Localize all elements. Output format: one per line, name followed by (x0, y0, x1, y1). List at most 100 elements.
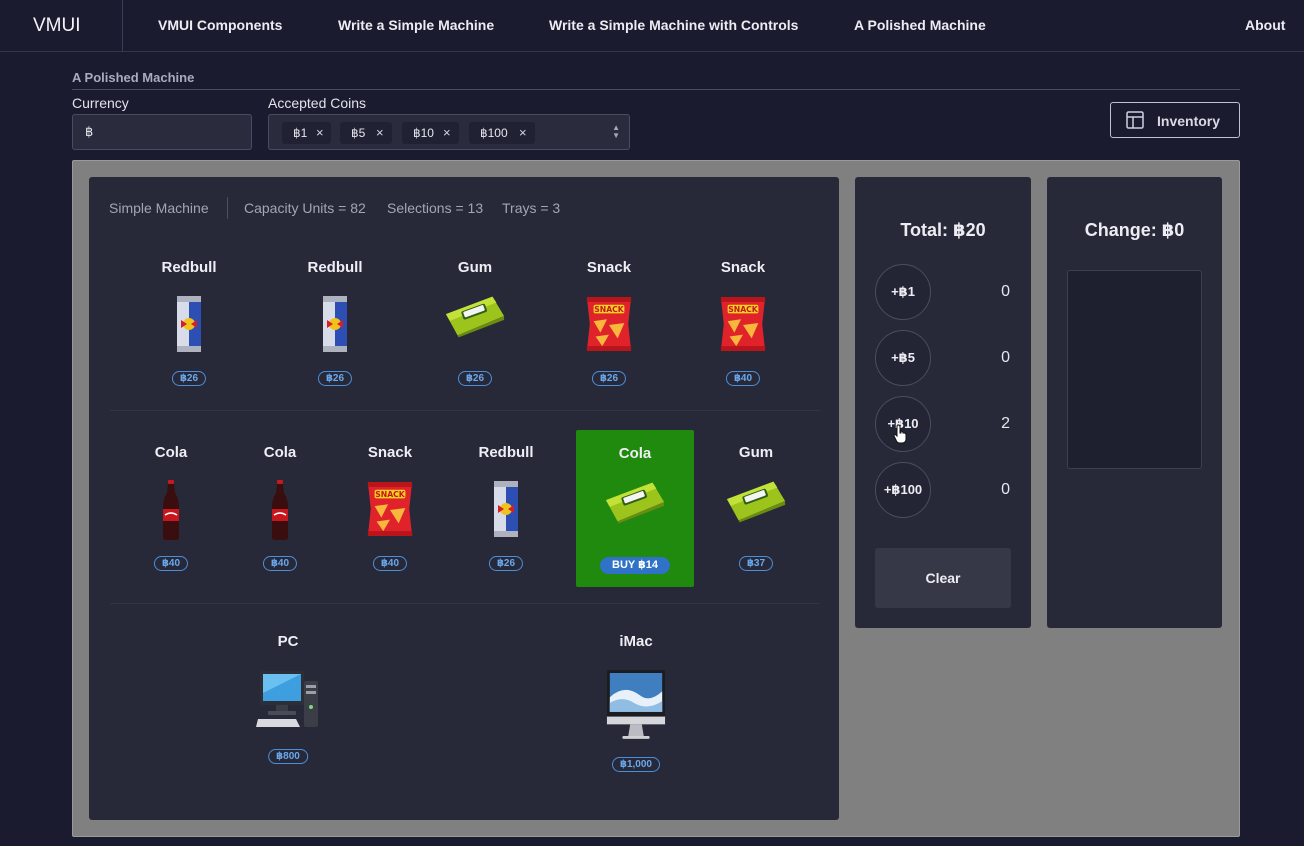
price-badge: ฿40 (153, 556, 189, 571)
product-slot[interactable]: Redbull ฿26 (149, 259, 229, 389)
desktop-pc-icon (256, 667, 320, 731)
remove-chip-icon[interactable]: × (376, 125, 384, 140)
remove-chip-icon[interactable]: × (443, 125, 451, 140)
price-badge: ฿40 (262, 556, 298, 571)
product-slot[interactable]: Gum ฿37 (716, 444, 796, 574)
redbull-can-icon (320, 294, 350, 354)
add-coin-100-button[interactable]: +฿100 (875, 462, 931, 518)
product-name: iMac (619, 633, 653, 650)
cola-bottle-icon (270, 479, 290, 541)
tray-divider (110, 410, 820, 411)
price-badge: ฿26 (457, 371, 493, 386)
machine-name: Simple Machine (109, 200, 209, 216)
gum-pack-icon (604, 480, 666, 524)
currency-input[interactable] (72, 114, 252, 150)
nav-link-simple-machine-controls[interactable]: Write a Simple Machine with Controls (549, 17, 798, 33)
coin-chip-label: ฿5 (351, 126, 366, 140)
product-name: Gum (738, 444, 774, 461)
product-name: Snack (367, 444, 413, 461)
price-badge: ฿26 (317, 371, 353, 386)
product-name: PC (277, 633, 299, 650)
coin-chip: ฿1 × (282, 122, 331, 144)
product-slot[interactable]: Redbull ฿26 (466, 444, 546, 574)
product-name: Redbull (478, 444, 534, 461)
trays-count: Trays = 3 (502, 200, 561, 216)
price-badge: ฿37 (738, 556, 774, 571)
remove-chip-icon[interactable]: × (519, 125, 527, 140)
change-tray (1067, 270, 1202, 469)
inventory-label: Inventory (1157, 113, 1221, 129)
currency-label: Currency (72, 95, 129, 111)
snack-bag-icon (365, 478, 415, 540)
coin-chip: ฿10 × (402, 122, 459, 144)
hand-cursor-icon (893, 424, 907, 444)
accepted-coins-label: Accepted Coins (268, 95, 367, 111)
clear-button[interactable]: Clear (875, 548, 1011, 608)
gum-pack-icon (444, 294, 506, 338)
price-badge: ฿40 (725, 371, 761, 386)
price-badge: ฿26 (591, 371, 627, 386)
inventory-button[interactable]: Inventory (1110, 102, 1240, 138)
price-badge: ฿40 (372, 556, 408, 571)
coin-100-count: 0 (1001, 481, 1010, 498)
accepted-coins-select[interactable]: ฿1 × ฿5 × ฿10 × ฿100 × ▲ ▼ (268, 114, 630, 150)
capacity-units: Capacity Units = 82 (244, 200, 366, 216)
product-name: Gum (457, 259, 493, 276)
change-amount: Change: ฿0 (1084, 220, 1185, 240)
price-badge: ฿1,000 (612, 757, 660, 772)
coin-1-count: 0 (1001, 283, 1010, 300)
price-badge: ฿800 (268, 749, 308, 764)
product-slot[interactable]: Snack ฿40 (350, 444, 430, 574)
snack-bag-icon (718, 293, 768, 355)
price-badge: ฿26 (488, 556, 524, 571)
redbull-can-icon (174, 294, 204, 354)
coin-10-count: 2 (1001, 415, 1010, 432)
product-name: Cola (263, 444, 297, 461)
product-slot[interactable]: Redbull ฿26 (295, 259, 375, 389)
top-nav: VMUI VMUI Components Write a Simple Mach… (0, 0, 1304, 52)
imac-icon (605, 667, 667, 741)
coin-chip: ฿5 × (340, 122, 392, 144)
coin-chip: ฿100 × (469, 122, 535, 144)
gum-pack-icon (725, 479, 787, 523)
total-amount: Total: ฿20 (900, 220, 986, 240)
add-coin-5-button[interactable]: +฿5 (875, 330, 931, 386)
redbull-can-icon (491, 479, 521, 539)
product-name: Redbull (307, 259, 363, 276)
brand-logo[interactable]: VMUI (33, 15, 81, 37)
nav-link-about[interactable]: About (1245, 17, 1285, 33)
coin-chip-label: ฿1 (293, 126, 308, 140)
remove-chip-icon[interactable]: × (316, 125, 324, 140)
product-slot[interactable]: Cola ฿40 (240, 444, 320, 574)
add-coin-1-button[interactable]: +฿1 (875, 264, 931, 320)
buy-button[interactable]: BUY ฿14 (600, 557, 670, 574)
title-divider (72, 89, 1240, 90)
nav-link-vmui-components[interactable]: VMUI Components (158, 17, 282, 33)
product-slot[interactable]: Cola ฿40 (131, 444, 211, 574)
table-icon (1126, 111, 1144, 129)
page-title: A Polished Machine (72, 70, 195, 85)
coin-5-count: 0 (1001, 349, 1010, 366)
product-slot-selected[interactable]: Cola BUY ฿14 (576, 430, 694, 587)
product-slot[interactable]: Snack ฿40 (703, 259, 783, 389)
tray-divider (110, 603, 820, 604)
chevron-updown-icon[interactable]: ▲ ▼ (612, 124, 620, 140)
product-name: Redbull (161, 259, 217, 276)
cola-bottle-icon (161, 479, 181, 541)
product-slot[interactable]: Gum ฿26 (435, 259, 515, 389)
product-name: Cola (154, 444, 188, 461)
product-name: Snack (586, 259, 632, 276)
product-slot[interactable]: Snack ฿26 (569, 259, 649, 389)
coin-chip-label: ฿10 (413, 126, 434, 140)
product-slot[interactable]: PC ฿800 (238, 633, 338, 768)
price-badge: ฿26 (171, 371, 207, 386)
selections-count: Selections = 13 (387, 200, 484, 216)
product-name: Cola (618, 445, 652, 462)
coin-chip-label: ฿100 (480, 126, 508, 140)
snack-bag-icon (584, 293, 634, 355)
product-slot[interactable]: iMac ฿1,000 (586, 633, 686, 775)
product-name: Snack (720, 259, 766, 276)
nav-link-simple-machine[interactable]: Write a Simple Machine (338, 17, 494, 33)
nav-link-polished-machine[interactable]: A Polished Machine (854, 17, 986, 33)
machine-stat-divider (227, 197, 228, 219)
